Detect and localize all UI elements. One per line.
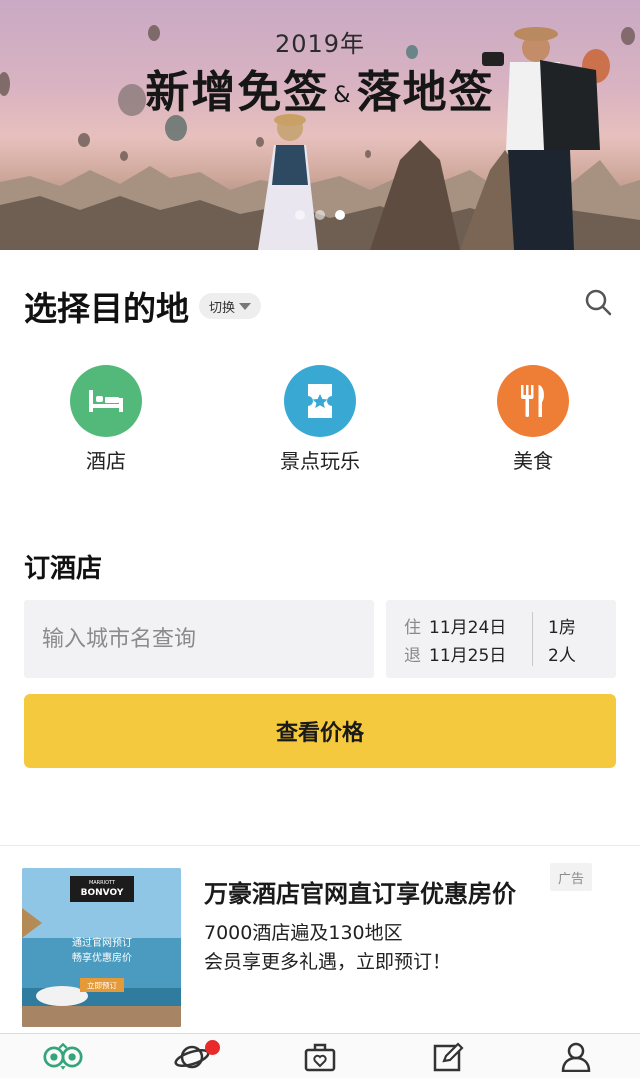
checkout-date: 11月25日 <box>429 646 507 666</box>
ad-image-text1: 通过官网预订 <box>72 936 132 949</box>
category-hotel[interactable]: 酒店 <box>31 365 181 474</box>
carousel-dot-active[interactable] <box>335 210 345 220</box>
checkin-prefix: 住 <box>404 618 421 638</box>
switch-label: 切换 <box>209 300 236 316</box>
banner-title-part2: 落地签 <box>356 67 495 118</box>
carousel-dot[interactable] <box>315 210 325 220</box>
category-hotel-circle <box>70 365 142 437</box>
book-hotel-title: 订酒店 <box>24 554 103 584</box>
ad-title: 万豪酒店官网直订享优惠房价 <box>204 880 516 908</box>
ad-image-text2: 畅享优惠房价 <box>72 951 132 964</box>
category-hotel-label: 酒店 <box>86 449 126 473</box>
switch-destination-button[interactable]: 切换 <box>199 293 262 319</box>
category-attractions-label: 景点玩乐 <box>280 449 360 473</box>
notification-badge <box>205 1040 220 1055</box>
bottom-tab-bar <box>0 1033 640 1078</box>
ad-description-line2: 会员享更多礼遇，立即预订！ <box>204 951 452 973</box>
banner-title-amp: & <box>333 82 353 108</box>
carousel-dot[interactable] <box>295 210 305 220</box>
search-button[interactable] <box>582 286 614 318</box>
room-count: 1房 <box>548 618 576 638</box>
category-attractions[interactable]: 景点玩乐 <box>245 365 395 474</box>
guest-count: 2人 <box>548 646 576 666</box>
tab-write-review[interactable] <box>428 1040 468 1074</box>
checkin-row: 住 11月24日 <box>404 613 506 638</box>
resort-photo-image: MARRIOTT BONVOY 通过官网预订 畅享优惠房价 立即预订 <box>22 868 181 1027</box>
owl-logo-icon <box>43 1043 83 1070</box>
city-search-input[interactable] <box>24 600 374 678</box>
category-food[interactable]: 美食 <box>458 365 608 474</box>
person-icon <box>561 1042 591 1072</box>
ad-badge: 广告 <box>550 863 592 891</box>
suitcase-heart-icon <box>304 1043 336 1072</box>
ad-brand: BONVOY <box>81 888 124 898</box>
tab-home[interactable] <box>43 1040 83 1074</box>
banner-title-part1: 新增免签 <box>145 67 330 118</box>
view-price-button[interactable]: 查看价格 <box>24 694 616 768</box>
ad-brand-top: MARRIOTT <box>89 880 116 886</box>
divider <box>532 612 533 666</box>
banner-title: 新增免签 &落地签 <box>0 56 640 120</box>
ad-card[interactable]: MARRIOTT BONVOY 通过官网预订 畅享优惠房价 立即预订 万豪酒店官… <box>0 845 640 1033</box>
pencil-square-icon <box>433 1042 464 1072</box>
ticket-icon <box>308 384 332 418</box>
bed-icon <box>89 390 123 412</box>
chevron-down-icon <box>239 302 252 310</box>
search-icon <box>585 289 612 316</box>
ad-description-line1: 7000酒店遍及130地区 <box>204 922 403 944</box>
destination-header: 选择目的地 切换 <box>24 282 262 330</box>
checkin-date: 11月24日 <box>429 618 507 638</box>
date-room-selector[interactable]: 住 11月24日 退 11月25日 1房 2人 <box>386 600 616 678</box>
destination-title: 选择目的地 <box>24 289 189 328</box>
category-food-label: 美食 <box>513 449 553 473</box>
fork-knife-icon <box>521 385 544 417</box>
checkout-row: 退 11月25日 <box>404 641 506 666</box>
promo-banner[interactable]: 2019年 新增免签 &落地签 <box>0 0 640 250</box>
banner-year: 2019年 <box>274 30 366 58</box>
category-food-circle <box>497 365 569 437</box>
tab-trips[interactable] <box>300 1040 340 1074</box>
category-attractions-circle <box>284 365 356 437</box>
ad-image: MARRIOTT BONVOY 通过官网预订 畅享优惠房价 立即预订 <box>22 868 181 1027</box>
tab-profile[interactable] <box>556 1040 596 1074</box>
checkout-prefix: 退 <box>404 646 421 666</box>
ad-image-cta: 立即预订 <box>87 980 117 990</box>
carousel-indicator <box>0 210 640 220</box>
